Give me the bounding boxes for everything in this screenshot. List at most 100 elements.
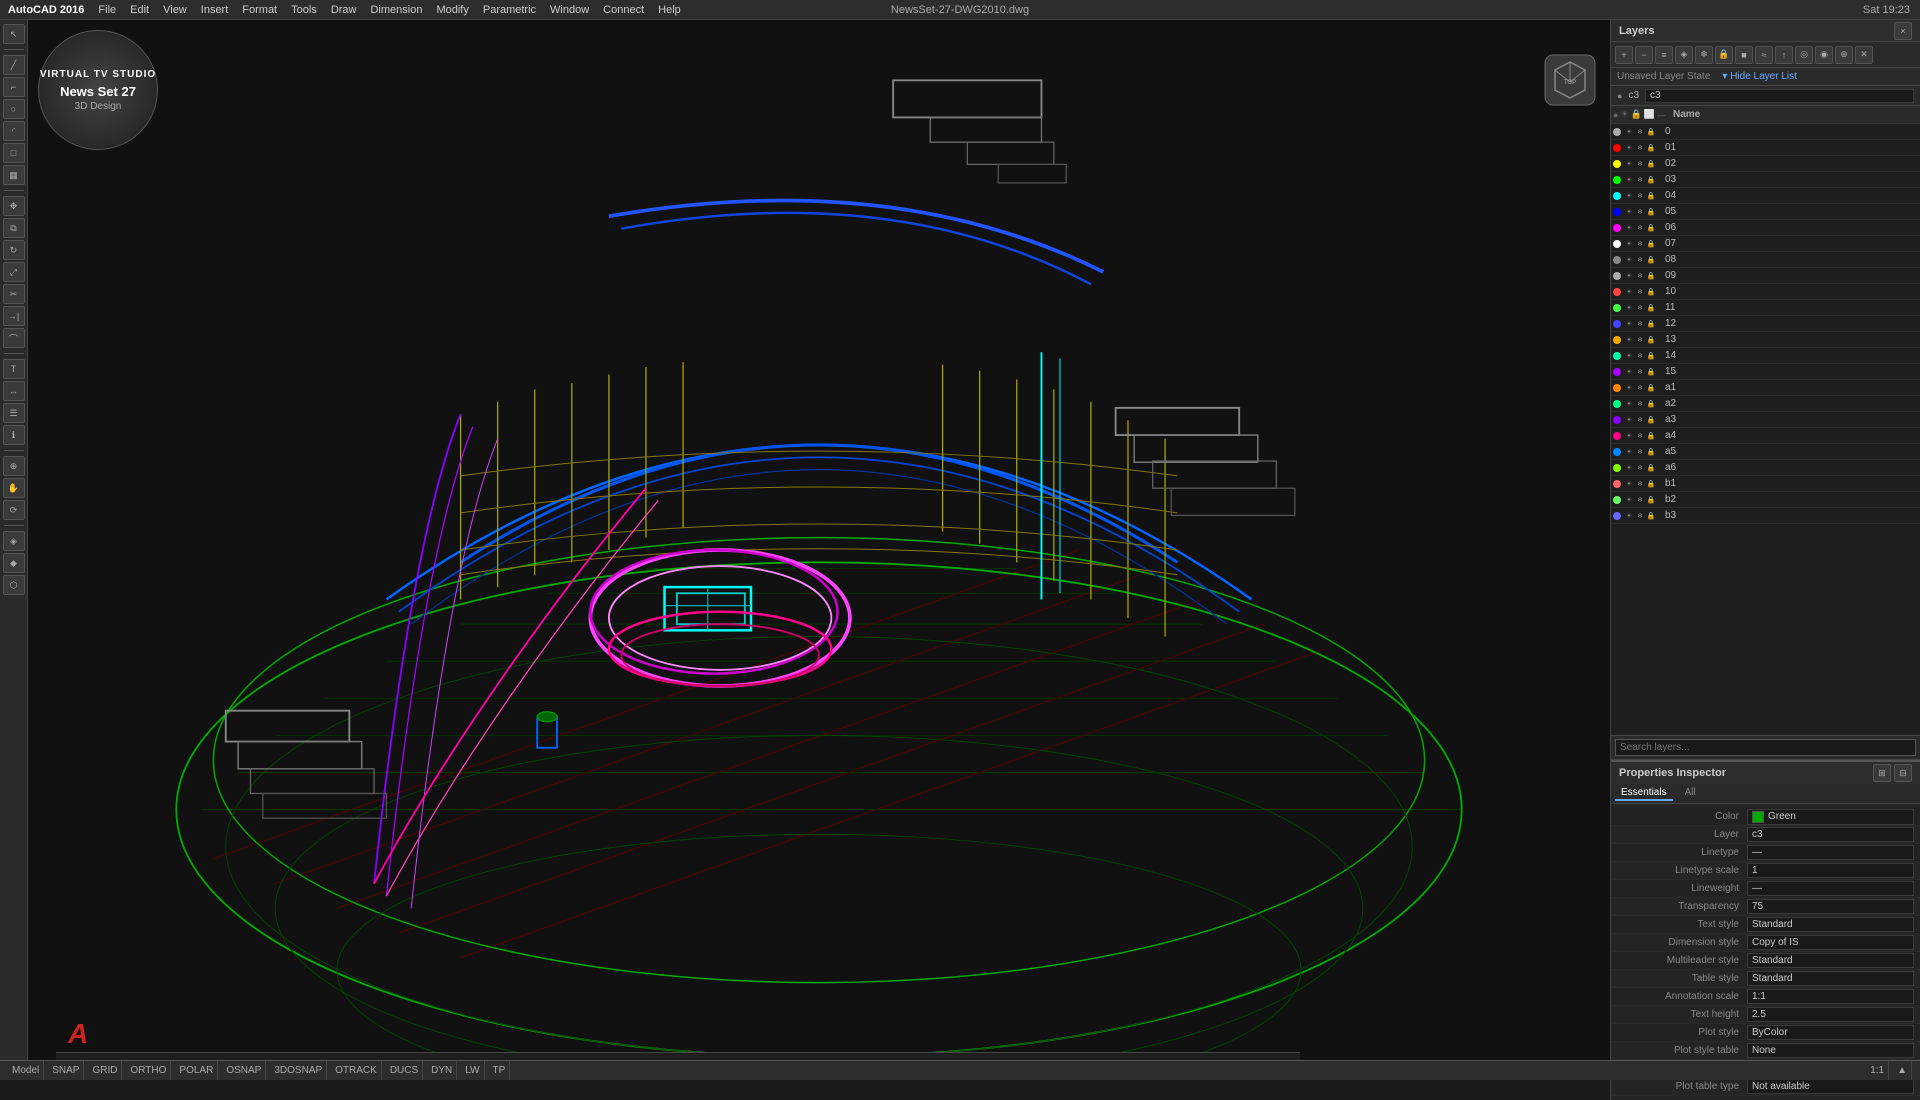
layer-lock-icon[interactable]: 🔒 (1646, 271, 1656, 281)
layer-search-input[interactable] (1615, 739, 1916, 756)
layer-visible-icon[interactable]: ☀ (1624, 287, 1634, 297)
layer-row[interactable]: ☀ ❄ 🔒 a4 (1611, 428, 1920, 444)
status-tp[interactable]: TP (489, 1061, 511, 1080)
layer-lock-icon[interactable]: 🔒 (1646, 511, 1656, 521)
prop-value-text[interactable]: Standard (1747, 953, 1914, 968)
tool-trim[interactable]: ✂ (3, 284, 25, 304)
tool-dim[interactable]: ↔ (3, 381, 25, 401)
status-dyn[interactable]: DYN (427, 1061, 457, 1080)
layer-freeze-icon[interactable]: ❄ (1635, 159, 1645, 169)
layer-visible-icon[interactable]: ☀ (1624, 463, 1634, 473)
viewcube[interactable]: TOP (1540, 50, 1600, 110)
layer-unisolate-button[interactable]: ◉ (1815, 46, 1833, 64)
layer-lock-icon[interactable]: 🔒 (1646, 239, 1656, 249)
layer-lock-icon[interactable]: 🔒 (1646, 431, 1656, 441)
layer-row[interactable]: ☀ ❄ 🔒 01 (1611, 140, 1920, 156)
layer-freeze-icon[interactable]: ❄ (1635, 447, 1645, 457)
layer-visible-icon[interactable]: ☀ (1624, 495, 1634, 505)
layer-freeze-icon[interactable]: ❄ (1635, 175, 1645, 185)
menu-modify[interactable]: Modify (436, 4, 468, 16)
layer-lock-icon[interactable]: 🔒 (1646, 335, 1656, 345)
layer-row[interactable]: ☀ ❄ 🔒 12 (1611, 316, 1920, 332)
tool-line[interactable]: ╱ (3, 55, 25, 75)
status-3dosnap[interactable]: 3DOSNAP (270, 1061, 327, 1080)
layer-color-button[interactable]: ■ (1735, 46, 1753, 64)
delete-layer-button[interactable]: − (1635, 46, 1653, 64)
layer-row[interactable]: ☀ ❄ 🔒 10 (1611, 284, 1920, 300)
layer-freeze-icon[interactable]: ❄ (1635, 207, 1645, 217)
layer-row[interactable]: ☀ ❄ 🔒 a1 (1611, 380, 1920, 396)
layer-visible-icon[interactable]: ☀ (1624, 479, 1634, 489)
layer-visible-icon[interactable]: ☀ (1624, 143, 1634, 153)
tool-orbit[interactable]: ⟳ (3, 500, 25, 520)
layer-freeze-icon[interactable]: ❄ (1635, 271, 1645, 281)
menu-edit[interactable]: Edit (130, 4, 149, 16)
tool-circle[interactable]: ○ (3, 99, 25, 119)
layer-lock-icon[interactable]: 🔒 (1646, 143, 1656, 153)
prop-value-text[interactable]: Standard (1747, 917, 1914, 932)
layer-lock-icon[interactable]: 🔒 (1646, 287, 1656, 297)
layer-visible-icon[interactable]: ☀ (1624, 255, 1634, 265)
layer-row[interactable]: ☀ ❄ 🔒 0 (1611, 124, 1920, 140)
tool-properties[interactable]: ℹ (3, 425, 25, 445)
tool-copy[interactable]: ⧉ (3, 218, 25, 238)
layer-row[interactable]: ☀ ❄ 🔒 b3 (1611, 508, 1920, 524)
prop-value-text[interactable]: 1 (1747, 863, 1914, 878)
prop-value-text[interactable]: Copy of IS (1747, 935, 1914, 950)
layer-row[interactable]: ☀ ❄ 🔒 02 (1611, 156, 1920, 172)
layer-lock-icon[interactable]: 🔒 (1646, 175, 1656, 185)
tool-select[interactable]: ↖ (3, 24, 25, 44)
tool-fillet[interactable]: ⌒ (3, 328, 25, 348)
layer-freeze-icon[interactable]: ❄ (1635, 143, 1645, 153)
tool-layer[interactable]: ☰ (3, 403, 25, 423)
layer-visible-icon[interactable]: ☀ (1624, 431, 1634, 441)
layer-merge-button[interactable]: ⊕ (1835, 46, 1853, 64)
prop-value-text[interactable]: — (1747, 881, 1914, 896)
tool-mesh[interactable]: ⬡ (3, 575, 25, 595)
menu-format[interactable]: Format (242, 4, 277, 16)
layer-freeze-icon[interactable]: ❄ (1635, 431, 1645, 441)
status-scale[interactable]: 1:1 (1866, 1061, 1889, 1080)
layer-row[interactable]: ☀ ❄ 🔒 04 (1611, 188, 1920, 204)
layer-lock-icon[interactable]: 🔒 (1646, 159, 1656, 169)
layer-lock-icon[interactable]: 🔒 (1646, 223, 1656, 233)
layer-row[interactable]: ☀ ❄ 🔒 11 (1611, 300, 1920, 316)
layer-row[interactable]: ☀ ❄ 🔒 14 (1611, 348, 1920, 364)
layer-lock-icon[interactable]: 🔒 (1646, 495, 1656, 505)
layer-state-button[interactable]: ◈ (1675, 46, 1693, 64)
status-annotation[interactable]: ▲ (1893, 1061, 1912, 1080)
prop-value-text[interactable]: 2.5 (1747, 1007, 1914, 1022)
layer-freeze-icon[interactable]: ❄ (1635, 399, 1645, 409)
prop-value-text[interactable]: 1:1 (1747, 989, 1914, 1004)
layer-lock-icon[interactable]: 🔒 (1646, 463, 1656, 473)
tool-zoom[interactable]: ⊕ (3, 456, 25, 476)
prop-value-text[interactable]: — (1747, 845, 1914, 860)
menu-view[interactable]: View (163, 4, 187, 16)
layer-row[interactable]: ☀ ❄ 🔒 09 (1611, 268, 1920, 284)
layer-freeze-icon[interactable]: ❄ (1635, 319, 1645, 329)
layer-row[interactable]: ☀ ❄ 🔒 a3 (1611, 412, 1920, 428)
layer-visible-icon[interactable]: ☀ (1624, 159, 1634, 169)
status-otrack[interactable]: OTRACK (331, 1061, 382, 1080)
current-layer-value[interactable]: c3 (1650, 90, 1661, 101)
layer-freeze-icon[interactable]: ❄ (1635, 223, 1645, 233)
layer-row[interactable]: ☀ ❄ 🔒 13 (1611, 332, 1920, 348)
menu-tools[interactable]: Tools (291, 4, 317, 16)
tool-polyline[interactable]: ⌐ (3, 77, 25, 97)
layer-freeze-icon[interactable]: ❄ (1635, 127, 1645, 137)
tab-all[interactable]: All (1679, 786, 1702, 801)
layer-props-button[interactable]: ≡ (1655, 46, 1673, 64)
layer-row[interactable]: ☀ ❄ 🔒 b1 (1611, 476, 1920, 492)
layer-lock-icon[interactable]: 🔒 (1646, 127, 1656, 137)
layer-visible-icon[interactable]: ☀ (1624, 367, 1634, 377)
layer-visible-icon[interactable]: ☀ (1624, 351, 1634, 361)
tool-move[interactable]: ✥ (3, 196, 25, 216)
layer-walkup-button[interactable]: ↑ (1775, 46, 1793, 64)
prop-value-text[interactable]: ByColor (1747, 1025, 1914, 1040)
layer-lock-icon[interactable]: 🔒 (1646, 319, 1656, 329)
layer-freeze-icon[interactable]: ❄ (1635, 335, 1645, 345)
menu-file[interactable]: File (98, 4, 116, 16)
layer-lock-button[interactable]: 🔒 (1715, 46, 1733, 64)
layer-freeze-icon[interactable]: ❄ (1635, 415, 1645, 425)
layer-visible-icon[interactable]: ☀ (1624, 223, 1634, 233)
